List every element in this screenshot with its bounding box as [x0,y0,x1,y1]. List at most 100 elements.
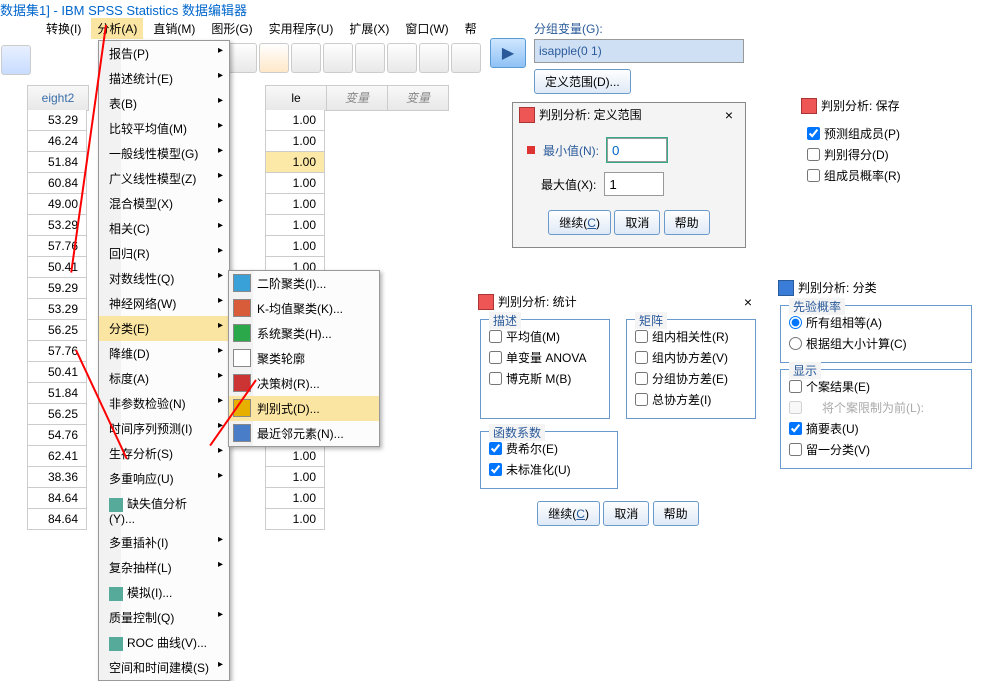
checkbox[interactable] [635,330,648,343]
checkbox-row[interactable]: 分组协方差(E) [635,368,747,389]
menu-4[interactable]: 实用程序(U) [263,18,340,39]
checkbox[interactable] [489,351,502,364]
menu-item[interactable]: 广义线性模型(Z) [99,166,229,191]
cell[interactable]: 84.64 [27,488,87,509]
help-button[interactable]: 帮助 [664,210,710,235]
checkbox[interactable] [635,351,648,364]
cell[interactable]: 57.76 [27,236,87,257]
cell[interactable]: 60.84 [27,173,87,194]
menu-item[interactable]: 描述统计(E) [99,66,229,91]
checkbox-row[interactable]: 平均值(M) [489,326,601,347]
cell[interactable]: 1.00 [265,446,325,467]
menu-5[interactable]: 扩展(X) [343,18,395,39]
continue-button[interactable]: 继续(C) [548,210,611,235]
checkbox[interactable] [489,463,502,476]
checkbox-row[interactable]: 单变量 ANOVA [489,347,601,368]
cancel-button[interactable]: 取消 [614,210,660,235]
cell[interactable]: 62.41 [27,446,87,467]
submenu-item[interactable]: 聚类轮廓 [229,346,379,371]
cancel-button[interactable]: 取消 [603,501,649,526]
menu-item[interactable]: 空间和时间建模(S) [99,655,229,680]
toolbar-button[interactable] [227,43,257,73]
checkbox-row[interactable]: 费希尔(E) [489,438,609,459]
cell[interactable]: 1.00 [265,110,325,131]
submenu-item[interactable]: K-均值聚类(K)... [229,296,379,321]
checkbox-row[interactable]: 摘要表(U) [789,418,963,439]
checkbox-row[interactable]: 未标准化(U) [489,459,609,480]
column-header-1[interactable]: eight2 [27,85,89,111]
cell[interactable]: 38.36 [27,467,87,488]
toolbar-button[interactable] [323,43,353,73]
checkbox[interactable] [789,401,802,414]
cell[interactable]: 46.24 [27,131,87,152]
checkbox[interactable] [489,372,502,385]
radio[interactable] [789,316,802,329]
menu-item[interactable]: 模拟(I)... [99,580,229,605]
checkbox[interactable] [807,169,820,182]
menu-0[interactable]: 转换(I) [40,18,87,39]
toolbar-button[interactable] [387,43,417,73]
menu-item[interactable]: 分类(E) [99,316,229,341]
cell[interactable]: 53.29 [27,299,87,320]
radio[interactable] [789,337,802,350]
menu-item[interactable]: 相关(C) [99,216,229,241]
menu-item[interactable]: 一般线性模型(G) [99,141,229,166]
cell[interactable]: 1.00 [265,131,325,152]
checkbox[interactable] [807,148,820,161]
menu-item[interactable]: 比较平均值(M) [99,116,229,141]
grouping-var-field[interactable]: isapple(0 1) [534,39,744,63]
checkbox-row[interactable]: 博克斯 M(B) [489,368,601,389]
min-input[interactable] [607,138,667,162]
menu-1[interactable]: 分析(A) [91,18,143,39]
cell[interactable]: 51.84 [27,152,87,173]
menu-item[interactable]: 降维(D) [99,341,229,366]
checkbox-row[interactable]: 判别得分(D) [807,144,963,165]
cell[interactable]: 53.29 [27,110,87,131]
checkbox[interactable] [489,330,502,343]
max-input[interactable] [604,172,664,196]
checkbox[interactable] [789,380,802,393]
submenu-item[interactable]: 最近邻元素(N)... [229,421,379,446]
cell[interactable]: 50.41 [27,362,87,383]
toolbar-button[interactable] [291,43,321,73]
cell[interactable]: 1.00 [265,152,325,173]
continue-button[interactable]: 继续(C) [537,501,600,526]
menu-item[interactable]: 表(B) [99,91,229,116]
menu-6[interactable]: 窗口(W) [399,18,454,39]
checkbox[interactable] [489,442,502,455]
cell[interactable]: 51.84 [27,383,87,404]
cell[interactable]: 1.00 [265,194,325,215]
radio-row[interactable]: 根据组大小计算(C) [789,333,963,354]
submenu-item[interactable]: 二阶聚类(I)... [229,271,379,296]
menu-item[interactable]: ROC 曲线(V)... [99,630,229,655]
close-button[interactable]: × [738,294,758,310]
toolbar-button[interactable] [1,45,31,75]
cell[interactable]: 56.25 [27,404,87,425]
toolbar-button[interactable] [259,43,289,73]
checkbox-row[interactable]: 组内相关性(R) [635,326,747,347]
cell[interactable]: 59.29 [27,278,87,299]
checkbox[interactable] [789,422,802,435]
var-header[interactable]: 变量 [387,85,449,111]
checkbox[interactable] [635,393,648,406]
menu-item[interactable]: 回归(R) [99,241,229,266]
cell[interactable]: 1.00 [265,467,325,488]
checkbox-row[interactable]: 留一分类(V) [789,439,963,460]
cell[interactable]: 1.00 [265,236,325,257]
cell[interactable]: 1.00 [265,509,325,530]
menu-item[interactable]: 缺失值分析(Y)... [99,491,229,530]
cell[interactable]: 84.64 [27,509,87,530]
menu-item[interactable]: 多重响应(U) [99,466,229,491]
checkbox-row[interactable]: 组成员概率(R) [807,165,963,186]
move-right-button[interactable]: ▶ [490,38,526,68]
cell[interactable]: 54.76 [27,425,87,446]
menu-item[interactable]: 标度(A) [99,366,229,391]
cell[interactable]: 56.25 [27,320,87,341]
column-header-2[interactable]: le [265,85,327,111]
toolbar-button[interactable] [355,43,385,73]
radio-row[interactable]: 所有组相等(A) [789,312,963,333]
cell[interactable]: 1.00 [265,173,325,194]
checkbox-row[interactable]: 预测组成员(P) [807,123,963,144]
cell[interactable]: 1.00 [265,215,325,236]
menu-item[interactable]: 报告(P) [99,41,229,66]
